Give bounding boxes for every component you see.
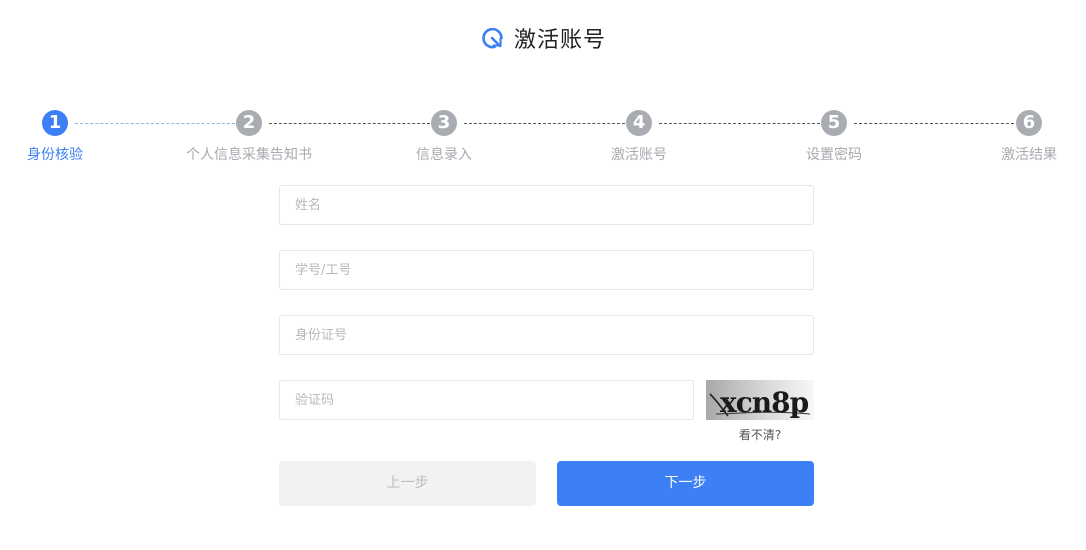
id-card-input[interactable]	[280, 316, 813, 354]
refresh-magnifier-icon	[482, 27, 503, 49]
next-step-button[interactable]: 下一步	[557, 461, 814, 506]
step-set-password: 5 设置密码	[754, 110, 914, 164]
captcha-image[interactable]: xcn8p	[706, 380, 814, 420]
step-privacy-notice: 2 个人信息采集告知书	[169, 110, 329, 164]
student-id-field-wrapper	[279, 250, 814, 290]
step-number: 4	[626, 110, 652, 136]
step-label: 身份核验	[27, 147, 83, 163]
name-input[interactable]	[280, 186, 813, 224]
header-brand: 激活账号	[480, 22, 606, 54]
step-number: 6	[1016, 110, 1042, 136]
step-label: 激活结果	[1001, 147, 1057, 163]
captcha-graphic: xcn8p	[709, 386, 811, 419]
step-number: 2	[236, 110, 262, 136]
step-info-entry: 3 信息录入	[364, 110, 524, 164]
captcha-input[interactable]	[280, 381, 693, 419]
captcha-field-wrapper	[279, 380, 694, 420]
captcha-text: xcn8p	[720, 386, 809, 419]
name-field-wrapper	[279, 185, 814, 225]
step-identity-verification: 1 身份核验	[0, 110, 135, 164]
step-label: 激活账号	[611, 147, 667, 163]
captcha-refresh-link[interactable]: 看不清?	[706, 426, 814, 443]
step-label: 信息录入	[416, 147, 472, 163]
step-number: 5	[821, 110, 847, 136]
progress-stepper: 1 身份核验 2 个人信息采集告知书 3 信息录入 4 激活账号 5 设置密码 …	[0, 110, 1086, 170]
id-card-field-wrapper	[279, 315, 814, 355]
step-label: 设置密码	[806, 147, 862, 163]
page-header: 激活账号	[0, 22, 1086, 56]
step-activation-result: 6 激活结果	[949, 110, 1086, 164]
page-title: 激活账号	[513, 28, 606, 53]
step-label: 个人信息采集告知书	[186, 147, 312, 163]
step-activate-account: 4 激活账号	[559, 110, 719, 164]
previous-step-button[interactable]: 上一步	[279, 461, 536, 506]
step-number: 1	[42, 110, 68, 136]
step-number: 3	[431, 110, 457, 136]
student-id-input[interactable]	[280, 251, 813, 289]
